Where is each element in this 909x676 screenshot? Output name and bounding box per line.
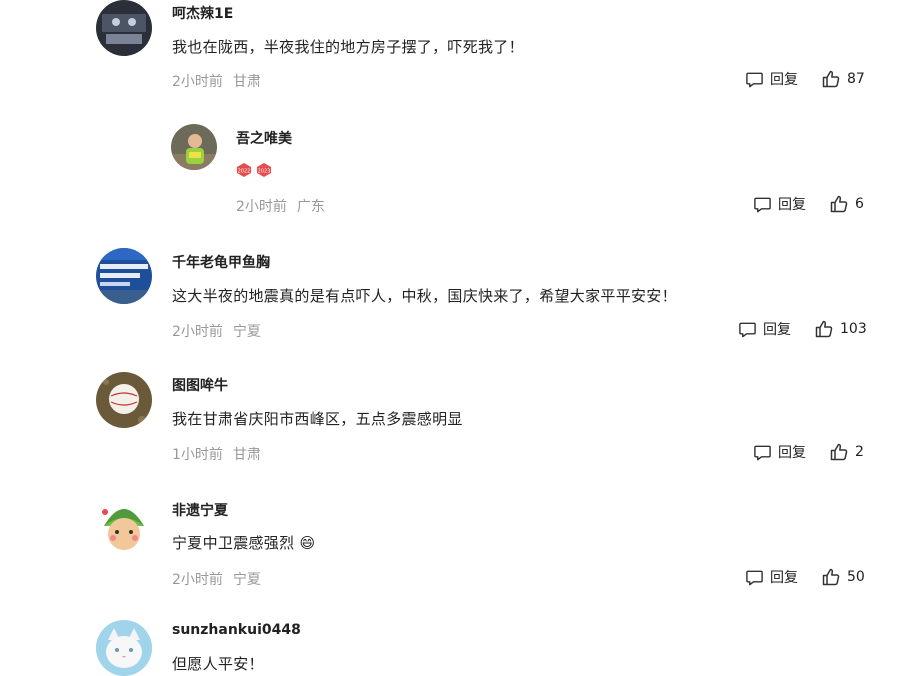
thumbs-up-icon bbox=[822, 70, 840, 88]
comment-time: 2小时前 bbox=[172, 74, 223, 90]
like-button[interactable]: 103 bbox=[814, 319, 867, 339]
comment-bubble-icon bbox=[746, 72, 763, 87]
like-button[interactable]: 87 bbox=[821, 69, 865, 89]
user-avatar[interactable] bbox=[96, 496, 152, 552]
like-count: 103 bbox=[840, 321, 867, 337]
comment-meta: 1小时前 甘肃 bbox=[172, 444, 261, 464]
comment-text: 宁夏中卫震感强烈 😄 bbox=[172, 532, 315, 553]
comment-location: 甘肃 bbox=[232, 74, 261, 90]
comment-time: 2小时前 bbox=[172, 324, 223, 340]
comment-meta: 2小时前 宁夏 bbox=[172, 569, 261, 589]
reply-button[interactable]: 回复 bbox=[745, 567, 798, 587]
comment-bubble-icon bbox=[754, 197, 771, 212]
username[interactable]: 千年老龟甲鱼胸 bbox=[172, 252, 270, 272]
username[interactable]: 呵杰辣1E bbox=[172, 3, 233, 23]
comment-text: 这大半夜的地震真的是有点吓人，中秋，国庆快来了，希望大家平平安安！ bbox=[172, 287, 677, 305]
reply-button[interactable]: 回复 bbox=[753, 194, 806, 214]
badge-2022-icon: 2022 bbox=[237, 163, 251, 177]
like-count: 87 bbox=[847, 71, 865, 87]
thumbs-up-icon bbox=[822, 568, 840, 586]
user-avatar[interactable] bbox=[171, 124, 217, 170]
username[interactable]: 非遗宁夏 bbox=[172, 500, 228, 520]
comment-location: 宁夏 bbox=[232, 324, 261, 340]
badge-2023-icon: 2023 bbox=[257, 163, 271, 177]
reply-button[interactable]: 回复 bbox=[745, 69, 798, 89]
comment-text: 我也在陇西，半夜我住的地方房子摆了，吓死我了！ bbox=[172, 38, 524, 56]
reply-label: 回复 bbox=[770, 570, 798, 586]
reply-label: 回复 bbox=[763, 322, 791, 338]
reply-button[interactable]: 回复 bbox=[753, 442, 806, 462]
user-avatar[interactable] bbox=[96, 372, 152, 428]
thumbs-up-icon bbox=[830, 195, 848, 213]
comment-location: 甘肃 bbox=[232, 447, 261, 463]
username[interactable]: 图图哞牛 bbox=[172, 375, 228, 395]
comment-location: 宁夏 bbox=[232, 572, 261, 588]
comment-bubble-icon bbox=[746, 570, 763, 585]
user-avatar[interactable] bbox=[96, 0, 152, 56]
like-button[interactable]: 2 bbox=[829, 442, 864, 462]
comment-location: 广东 bbox=[296, 199, 325, 215]
reply-label: 回复 bbox=[778, 197, 806, 213]
svg-text:2022: 2022 bbox=[238, 169, 251, 175]
comment-bubble-icon bbox=[739, 322, 756, 337]
like-button[interactable]: 6 bbox=[829, 194, 864, 214]
comment-meta: 2小时前 宁夏 bbox=[172, 321, 261, 341]
like-count: 50 bbox=[847, 569, 865, 585]
like-count: 6 bbox=[855, 196, 864, 212]
comment-meta: 2小时前 广东 bbox=[236, 196, 325, 216]
thumbs-up-icon bbox=[830, 443, 848, 461]
comment-time: 2小时前 bbox=[172, 572, 223, 588]
comment-text: 但愿人平安！ bbox=[172, 655, 264, 673]
like-count: 2 bbox=[855, 444, 864, 460]
grin-emoji-icon: 😄 bbox=[299, 534, 316, 552]
comment-time: 2小时前 bbox=[236, 199, 287, 215]
thumbs-up-icon bbox=[815, 320, 833, 338]
like-button[interactable]: 50 bbox=[821, 567, 865, 587]
comment-time: 1小时前 bbox=[172, 447, 223, 463]
comment-text-content: 宁夏中卫震感强烈 bbox=[172, 534, 295, 552]
reply-label: 回复 bbox=[778, 445, 806, 461]
reply-label: 回复 bbox=[770, 72, 798, 88]
comment-text: 我在甘肃省庆阳市西峰区，五点多震感明显 bbox=[172, 410, 463, 428]
user-badges: 2022 2023 bbox=[236, 162, 272, 178]
reply-button[interactable]: 回复 bbox=[738, 319, 791, 339]
user-avatar[interactable] bbox=[96, 620, 152, 676]
svg-text:2023: 2023 bbox=[258, 169, 271, 175]
username[interactable]: sunzhankui0448 bbox=[172, 622, 301, 638]
comment-bubble-icon bbox=[754, 445, 771, 460]
comment-meta: 2小时前 甘肃 bbox=[172, 71, 261, 91]
username[interactable]: 吾之唯美 bbox=[236, 128, 292, 148]
user-avatar[interactable] bbox=[96, 248, 152, 304]
